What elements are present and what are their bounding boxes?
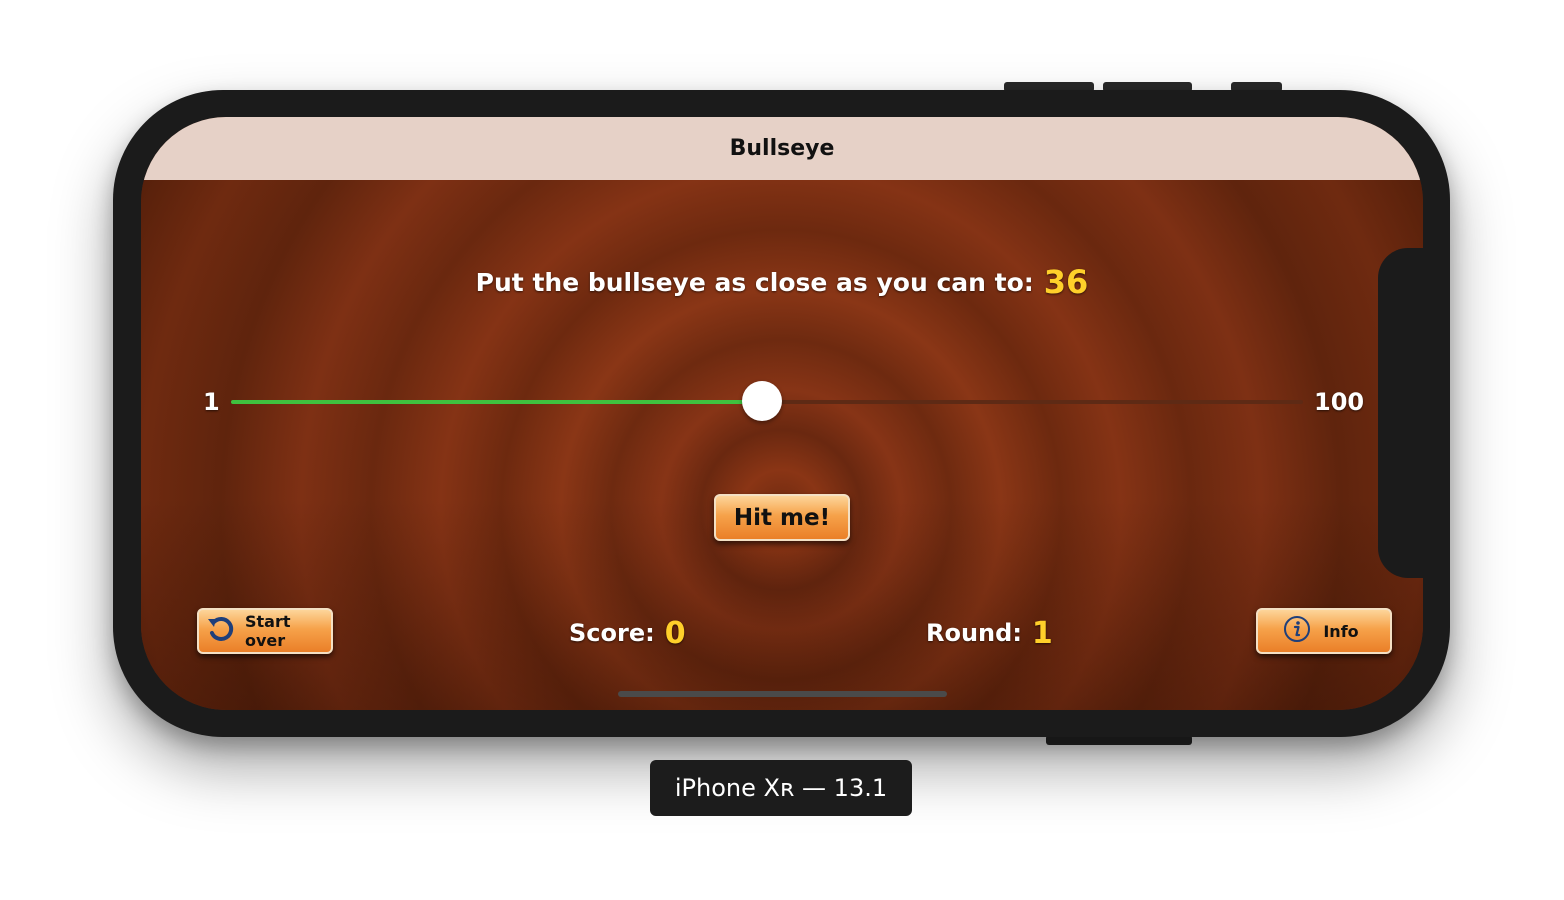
home-indicator[interactable] (618, 691, 947, 697)
score-display: Score: 0 (569, 616, 686, 651)
hit-me-button[interactable]: Hit me! (714, 494, 850, 541)
simulator-device-label: iPhone Xʀ — 13.1 (650, 760, 912, 816)
info-button[interactable]: Info (1256, 608, 1392, 654)
round-display: Round: 1 (926, 616, 1053, 651)
restart-icon (205, 613, 237, 649)
score-value: 0 (664, 616, 686, 651)
start-over-button[interactable]: Start over (197, 608, 333, 654)
info-circle-icon (1283, 615, 1311, 647)
page-title: Bullseye (729, 136, 835, 161)
device-frame: Bullseye Put the bullseye as close as yo… (113, 90, 1450, 737)
slider-thumb[interactable] (741, 381, 782, 421)
start-over-label: Start over (245, 612, 291, 650)
slider-max-label: 100 (1314, 388, 1365, 416)
device-screen: Bullseye Put the bullseye as close as yo… (141, 117, 1423, 710)
navigation-bar: Bullseye (141, 117, 1423, 180)
slider-min-label: 1 (203, 388, 220, 416)
target-value: 36 (1043, 263, 1089, 301)
round-value: 1 (1031, 616, 1053, 651)
target-prompt: Put the bullseye as close as you can to:… (141, 263, 1423, 301)
info-label: Info (1323, 621, 1359, 641)
game-view: Put the bullseye as close as you can to:… (141, 180, 1423, 710)
round-label: Round: (926, 619, 1022, 647)
target-prompt-label: Put the bullseye as close as you can to: (475, 268, 1034, 297)
sensor-notch (1378, 248, 1438, 578)
score-label: Score: (569, 619, 655, 647)
bullseye-slider[interactable] (231, 381, 1303, 421)
slider-fill (231, 400, 762, 404)
